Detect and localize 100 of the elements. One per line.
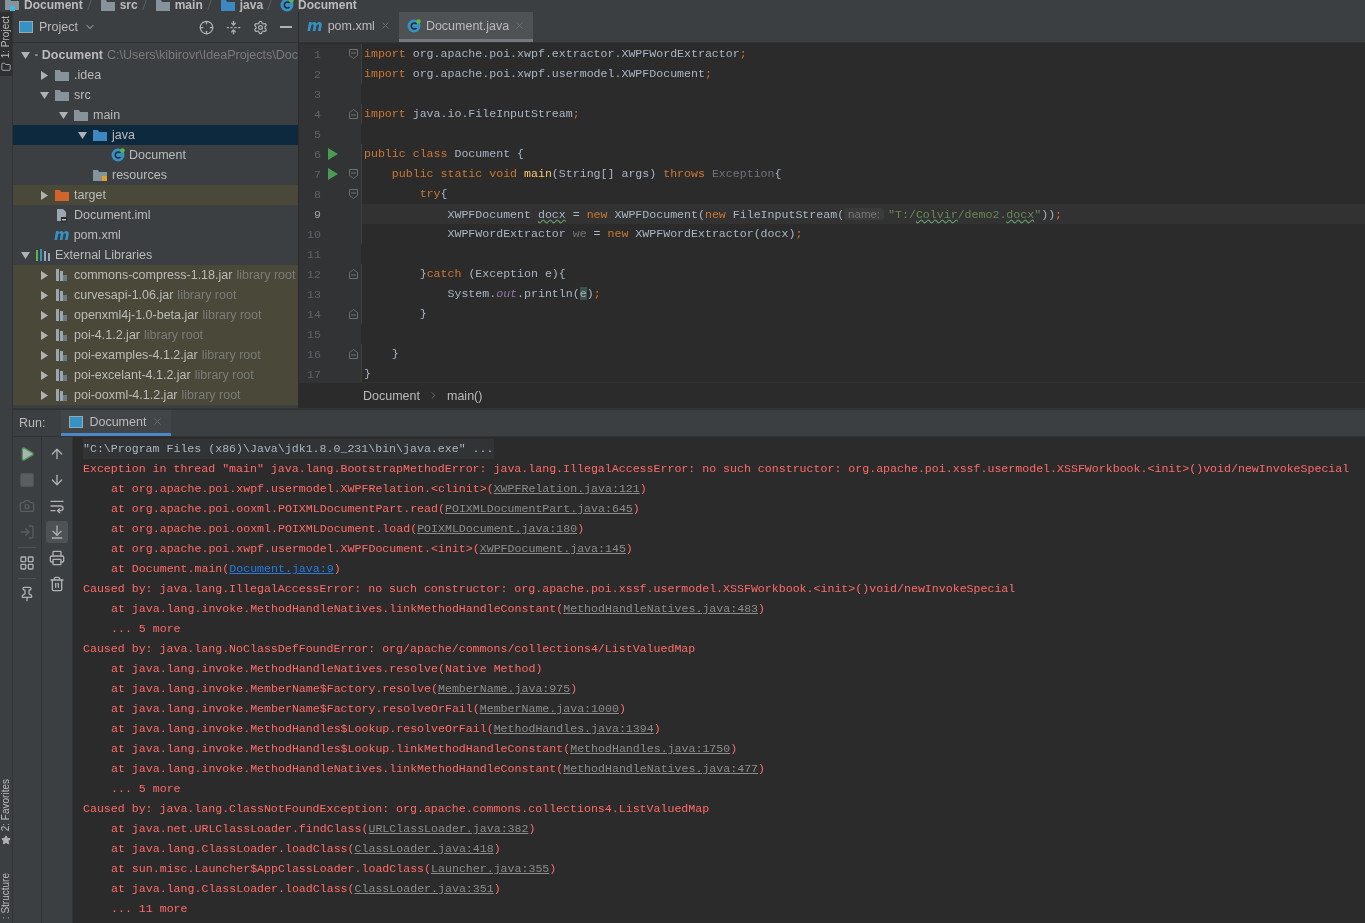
collapse-all-button[interactable] [226,19,241,35]
tool-window-button[interactable]: : Structure [0,868,12,923]
collapsed-arrow-icon[interactable] [40,190,48,200]
run-tab[interactable]: Document [61,410,172,436]
tree-item[interactable]: src [13,85,298,105]
console-link[interactable]: MethodHandles.java:1750 [570,742,731,755]
wrap-icon [49,498,65,514]
printer-icon [49,550,65,566]
console-line: at java.lang.invoke.MethodHandleNatives.resolve(Native Method) [110,661,544,677]
expanded-arrow-icon[interactable] [20,51,30,59]
jar-icon [54,348,70,362]
console-link[interactable]: MemberName.java:975 [438,682,571,695]
console-line: at org.apache.poi.xwpf.usermodel.XWPFRelation.<clinit>(XWPFRelation.java:121) [110,481,648,497]
camera-icon [19,498,35,514]
breadcrumb-item[interactable]: Document [363,388,420,403]
maven-icon: m [307,16,323,35]
fold-icon[interactable] [348,309,358,319]
console-line: at org.apache.poi.ooxml.POIXMLDocument.load(POIXMLDocument.java:180) [110,521,586,537]
settings-button[interactable] [253,19,268,35]
console-link[interactable]: URLClassLoader.java:382 [368,822,529,835]
tree-item[interactable]: Document [13,145,298,165]
collapse-icon [226,19,241,35]
fold-icon[interactable] [348,109,358,119]
breadcrumb-item[interactable]: Document [4,0,83,12]
module-folder-icon [4,0,20,12]
tree-item[interactable]: java [13,125,298,145]
breadcrumb-item[interactable]: java [208,0,264,12]
console-line: at org.apache.poi.ooxml.POIXMLDocumentPart.read(POIXMLDocumentPart.java:645) [110,501,641,517]
exit-icon [19,524,35,540]
console-link[interactable]: Launcher.java:355 [431,862,550,875]
expanded-arrow-icon[interactable] [77,131,87,139]
tool-window-button[interactable]: 2: Favorites [0,774,12,849]
console-line: at sun.misc.Launcher$AppClassLoader.loadClass(Launcher.java:355) [110,861,558,877]
tree-item[interactable]: .idea [13,65,298,85]
console-link[interactable]: ClassLoader.java:418 [354,842,494,855]
tree-item[interactable]: Document.iml [13,205,298,225]
jar-icon [54,368,70,382]
breadcrumb-item[interactable]: src [88,0,138,12]
collapsed-arrow-icon[interactable] [40,70,48,80]
console-link[interactable]: XWPFRelation.java:121 [493,482,640,495]
run-icon[interactable] [328,148,338,160]
console-link[interactable]: MethodHandles.java:1394 [493,722,654,735]
breadcrumb-item[interactable]: main [143,0,203,12]
console-link[interactable]: MemberName.java:1000 [479,702,619,715]
locate-button[interactable] [199,19,214,35]
tree-item[interactable]: poi-examples-4.1.2.jar library root [13,345,298,365]
console-line: at java.lang.invoke.MemberName$Factory.resolve(MemberName.java:975) [110,681,579,697]
line-number: 9 [313,207,321,221]
tree-item[interactable]: openxml4j-1.0-beta.jar library root [13,305,298,325]
run-icon[interactable] [328,168,338,180]
tree-item[interactable]: poi-ooxml-4.1.2.jar library root [13,385,298,405]
tree-item[interactable]: commons-compress-1.18.jar library root [13,265,298,285]
libraries-icon [35,248,51,262]
fold-icon[interactable] [348,349,358,359]
jar-icon [54,268,70,282]
fold-icon[interactable] [348,169,358,179]
console-link[interactable]: Document.java:9 [229,562,334,575]
tree-item[interactable]: External Libraries [13,245,298,265]
console-line: at java.lang.invoke.MethodHandles$Lookup.linkMethodHandleConstant(MethodHandles.java:1750) [110,741,739,757]
console-link[interactable]: POIXMLDocument.java:180 [417,522,578,535]
tree-item[interactable]: poi-4.1.2.jar library root [13,325,298,345]
editor-tab[interactable]: m pom.xml [299,12,399,42]
console-link[interactable]: MethodHandleNatives.java:483 [563,602,759,615]
folder-icon [54,88,70,102]
console-link[interactable]: XWPFDocument.java:145 [479,542,626,555]
console-line: ... 5 more [110,781,182,797]
code-line: import org.apache.poi.xwpf.extractor.XWPFWordExtractor; [361,44,747,64]
tree-item[interactable]: resources [13,165,298,185]
tree-item-hint: library root [202,308,262,322]
tree-item[interactable]: target [13,185,298,205]
expanded-arrow-icon[interactable] [39,91,49,99]
console-icon [69,415,84,428]
project-tool-button[interactable]: 1: Project [0,12,12,77]
fold-icon[interactable] [348,189,358,199]
expanded-arrow-icon[interactable] [20,251,30,259]
folder-icon [54,68,70,82]
pin-icon [19,586,35,602]
minus-icon [280,26,292,28]
tree-item[interactable]: curvesapi-1.06.jar library root [13,285,298,305]
scroll-to-end-button[interactable] [46,521,68,543]
run-label: Run: [19,416,46,430]
play-icon [19,446,35,462]
console-line: at org.apache.poi.xwpf.usermodel.XWPFDocument.<init>(XWPFDocument.java:145) [110,541,634,557]
project-view-dropdown[interactable]: Project [19,20,96,34]
console-link[interactable]: ClassLoader.java:351 [354,882,494,895]
console-link[interactable]: MethodHandleNatives.java:477 [563,762,759,775]
breadcrumb-item[interactable]: main() [447,388,483,403]
console-link[interactable]: POIXMLDocumentPart.java:645 [444,502,633,515]
arrow-down-icon [49,472,65,488]
editor-tab[interactable]: Document.java [398,12,534,42]
tree-item[interactable]: Document C:\Users\kibirovr\IdeaProjects\Doc [13,45,298,65]
console-line: at java.lang.invoke.MethodHandles$Lookup.resolveOrFail(MethodHandles.java:1394) [110,721,662,737]
tree-item[interactable]: main [13,105,298,125]
breadcrumb-item[interactable]: Document [269,0,357,12]
tree-item[interactable]: m pom.xml [13,225,298,245]
tree-item[interactable]: poi-excelant-4.1.2.jar library root [13,365,298,385]
code-line: System.out.println(e); [361,284,601,304]
fold-icon[interactable] [348,49,358,59]
fold-icon[interactable] [348,269,358,279]
expanded-arrow-icon[interactable] [58,111,68,119]
